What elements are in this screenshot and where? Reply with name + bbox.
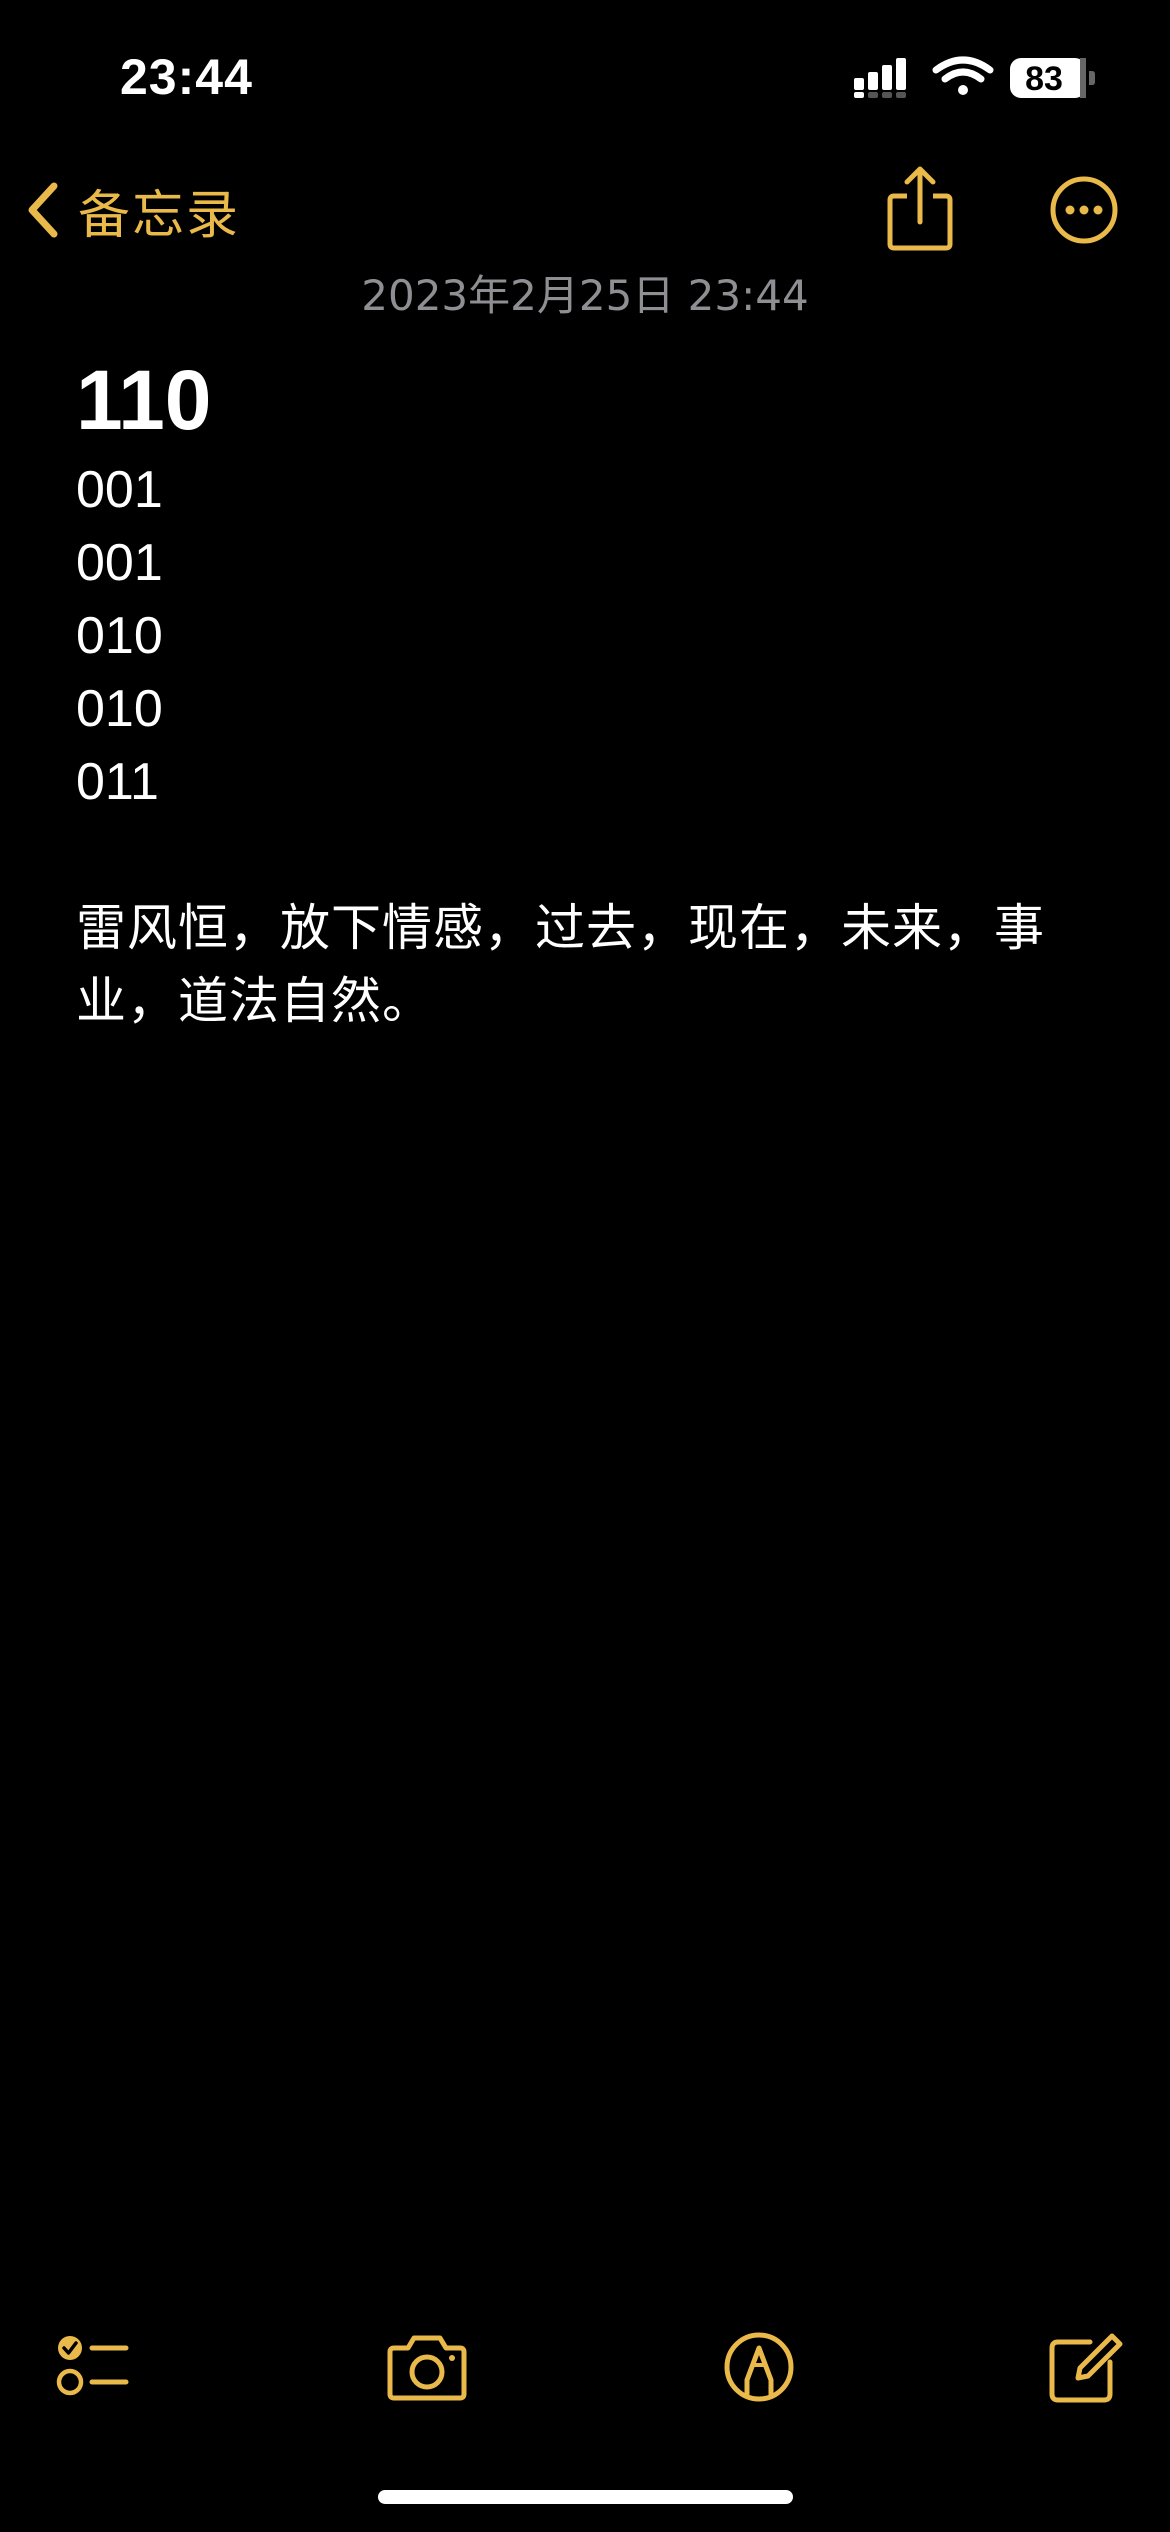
note-paragraph-line-2: 业，道法自然。 [76,972,433,1030]
wifi-icon [932,56,994,95]
compose-button[interactable] [1038,2320,1128,2410]
back-label: 备忘录 [78,185,241,246]
note-line: 011 [76,753,159,811]
signal-icon [854,58,906,98]
chevron-left-icon [28,182,58,238]
camera-button[interactable] [382,2320,472,2410]
more-button[interactable] [1046,172,1122,248]
compose-icon [1049,2333,1123,2403]
markup-button[interactable] [714,2320,804,2410]
battery-icon: 83 [1010,58,1095,98]
share-button[interactable] [880,164,960,254]
more-icon [1050,176,1118,244]
note-body[interactable]: 110 001 001 010 010 011 雷风恒，放下情感，过去，现在，未… [76,352,1096,1038]
status-icons: 83 [850,52,1100,108]
note-line: 001 [76,534,163,592]
nav-bar: 备忘录 [0,160,1170,260]
status-bar: 23:44 83 [0,0,1170,150]
markup-icon [724,2332,794,2402]
status-time: 23:44 [120,49,253,105]
checklist-button[interactable] [48,2320,138,2410]
note-paragraph-line-1: 雷风恒，放下情感，过去，现在，未来，事 [76,899,1045,957]
note-line: 010 [76,680,163,738]
share-icon [887,166,953,251]
note-line: 001 [76,461,163,519]
note-title: 110 [76,353,212,447]
camera-icon [387,2335,467,2401]
bottom-toolbar [0,2310,1170,2420]
home-indicator [378,2490,793,2504]
note-line: 010 [76,607,163,665]
checklist-icon [56,2336,129,2396]
battery-percent: 83 [1025,60,1063,98]
note-date: 2023年2月25日 23:44 [361,271,809,320]
back-button[interactable]: 备忘录 [22,170,240,250]
